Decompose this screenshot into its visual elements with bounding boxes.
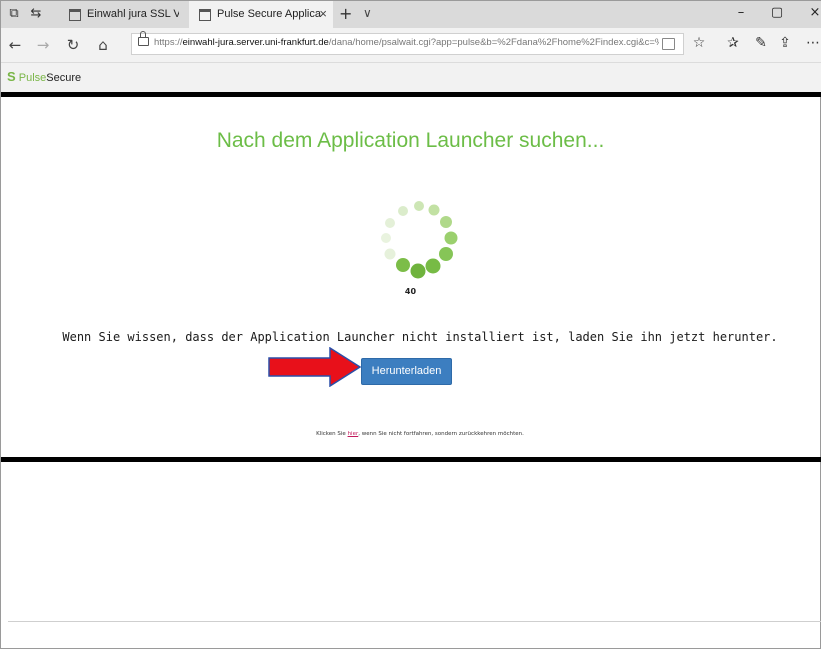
home-icon[interactable]: ⌂ bbox=[93, 36, 113, 54]
tab-label: Pulse Secure Applicatio bbox=[217, 8, 321, 20]
url-text: https://einwahl-jura.server.uni-frankfur… bbox=[154, 37, 659, 48]
new-tab-icon[interactable]: + bbox=[339, 4, 352, 23]
footer-divider bbox=[1, 457, 821, 462]
header-divider bbox=[1, 92, 821, 97]
page-title: Nach dem Application Launcher suchen... bbox=[216, 129, 605, 152]
loading-spinner-icon bbox=[381, 201, 458, 279]
reading-view-icon[interactable] bbox=[662, 38, 675, 50]
close-window-icon[interactable]: × bbox=[805, 5, 821, 20]
favorite-star-icon[interactable]: ☆ bbox=[689, 35, 709, 51]
pulse-header: S PulseSecure bbox=[1, 63, 821, 92]
return-footnote: Klicken Sie hier, wenn Sie nicht fortfah… bbox=[316, 431, 524, 437]
tab-list-chevron-icon[interactable]: ∨ bbox=[363, 6, 372, 20]
forward-icon[interactable]: → bbox=[33, 36, 53, 54]
bottom-rule bbox=[8, 621, 821, 622]
set-aside-tabs-icon[interactable]: ⧉ bbox=[5, 5, 23, 23]
lock-icon bbox=[138, 31, 149, 46]
red-arrow-icon bbox=[268, 347, 362, 387]
pen-icon[interactable]: ✎ bbox=[751, 35, 771, 51]
tab-label: Einwahl jura SSL VPN bbox=[87, 8, 179, 20]
more-icon[interactable]: ⋯ bbox=[803, 35, 821, 51]
address-bar[interactable]: https://einwahl-jura.server.uni-frankfur… bbox=[131, 31, 684, 55]
back-icon[interactable]: ← bbox=[5, 36, 25, 54]
share-icon[interactable]: ⇪ bbox=[775, 35, 795, 51]
tab-close-icon[interactable]: × bbox=[319, 6, 327, 21]
tab-einwahl-jura[interactable]: Einwahl jura SSL VPN bbox=[59, 1, 185, 28]
page-icon bbox=[199, 9, 211, 21]
launcher-info-text: Wenn Sie wissen, dass der Application La… bbox=[62, 330, 778, 344]
favorites-hub-icon[interactable]: ✰ bbox=[723, 35, 743, 51]
countdown-counter: 40 bbox=[404, 287, 417, 296]
return-link[interactable]: hier bbox=[348, 431, 359, 437]
refresh-icon[interactable]: ↻ bbox=[63, 36, 83, 54]
pulse-secure-logo: S PulseSecure bbox=[7, 69, 82, 84]
window-frame bbox=[0, 0, 821, 649]
navigation-bar: ← → ↻ ⌂ https://einwahl-jura.server.uni-… bbox=[1, 28, 821, 63]
tab-strip: ⧉ ⇆ Einwahl jura SSL VPN Pulse Secure Ap… bbox=[1, 1, 821, 28]
minimize-icon[interactable]: – bbox=[731, 5, 751, 20]
tab-pulse-secure[interactable]: Pulse Secure Applicatio × bbox=[189, 1, 333, 28]
maximize-icon[interactable]: ▢ bbox=[767, 5, 787, 20]
tab-preview-icon[interactable]: ⇆ bbox=[27, 5, 45, 23]
page-icon bbox=[69, 9, 81, 21]
download-button[interactable]: Herunterladen bbox=[361, 358, 452, 385]
